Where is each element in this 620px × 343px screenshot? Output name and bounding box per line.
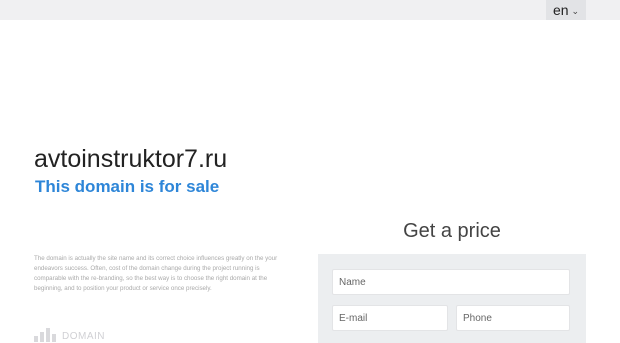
bars-logo-icon xyxy=(34,328,56,342)
logo-text: DOMAIN xyxy=(62,331,105,342)
email-field[interactable]: E-mail xyxy=(332,305,448,331)
language-selector[interactable]: en ⌄ xyxy=(546,0,586,20)
brand-logo: DOMAIN xyxy=(34,328,105,342)
name-field[interactable]: Name xyxy=(332,269,570,295)
form-title: Get a price xyxy=(403,220,501,242)
top-bar: en ⌄ xyxy=(0,0,620,20)
domain-description: The domain is actually the site name and… xyxy=(34,255,278,292)
phone-field[interactable]: Phone xyxy=(456,305,570,331)
language-label: en xyxy=(552,2,569,18)
domain-title: avtoinstruktor7.ru xyxy=(34,145,228,173)
price-form: Name E-mail Phone xyxy=(318,254,586,343)
for-sale-tagline: This domain is for sale xyxy=(35,177,220,196)
chevron-down-icon: ⌄ xyxy=(571,5,580,16)
